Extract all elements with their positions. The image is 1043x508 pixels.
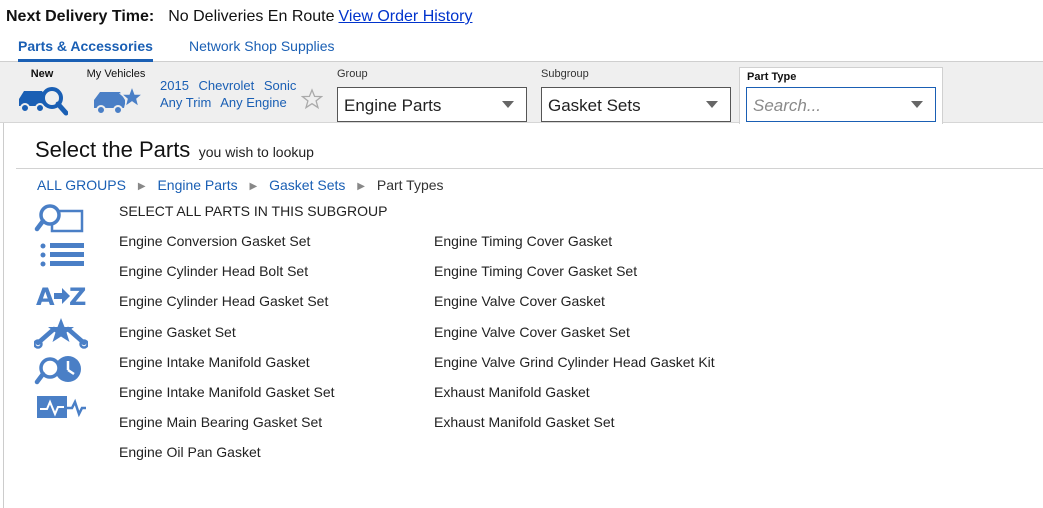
- part-type-item[interactable]: Engine Intake Manifold Gasket Set: [119, 384, 335, 404]
- svg-text:Z: Z: [69, 283, 86, 311]
- search-catalog-icon[interactable]: [34, 203, 88, 235]
- breadcrumb: ALL GROUPS ▶ Engine Parts ▶ Gasket Sets …: [37, 177, 444, 193]
- list-view-icon[interactable]: [34, 241, 88, 273]
- breadcrumb-arrow-icon: ▶: [249, 181, 258, 192]
- breadcrumb-arrow-icon: ▶: [137, 181, 146, 192]
- vehicle-toolbar: New My Vehicles 2015 Chevrolet Sonic Any…: [0, 62, 1043, 124]
- car-search-icon: [19, 87, 68, 116]
- part-type-item[interactable]: Engine Valve Cover Gasket Set: [434, 324, 630, 344]
- view-order-history-link[interactable]: View Order History: [339, 8, 473, 26]
- chevron-down-icon: [502, 101, 514, 108]
- page-title: Select the Parts you wish to lookup: [35, 137, 314, 163]
- part-type-search-input[interactable]: Search...: [746, 87, 936, 122]
- part-type-item[interactable]: Engine Cylinder Head Gasket Set: [119, 293, 328, 313]
- new-label: New: [30, 68, 54, 80]
- vehicle-make[interactable]: Chevrolet: [199, 78, 255, 93]
- vehicle-engine[interactable]: Any Engine: [220, 95, 287, 110]
- part-type-item[interactable]: Engine Valve Cover Gasket: [434, 293, 605, 313]
- my-vehicles-label: My Vehicles: [86, 68, 146, 80]
- subgroup-value: Gasket Sets: [548, 96, 641, 115]
- part-type-item[interactable]: Engine Timing Cover Gasket: [434, 233, 612, 253]
- group-value: Engine Parts: [344, 96, 442, 115]
- tab-network-shop-supplies[interactable]: Network Shop Supplies: [189, 38, 335, 59]
- chevron-down-icon: [706, 101, 718, 108]
- breadcrumb-arrow-icon: ▶: [357, 181, 365, 192]
- subgroup-select[interactable]: Gasket Sets: [541, 87, 731, 122]
- chevron-down-icon: [911, 101, 923, 108]
- vehicle-selection: 2015 Chevrolet Sonic Any Trim Any Engine: [160, 77, 302, 111]
- car-star-icon: [94, 83, 144, 115]
- part-type-item[interactable]: Engine Oil Pan Gasket: [119, 444, 261, 464]
- breadcrumb-engine-parts[interactable]: Engine Parts: [157, 177, 237, 193]
- vehicle-year[interactable]: 2015: [160, 78, 189, 93]
- group-label: Group: [337, 68, 368, 80]
- part-type-item[interactable]: Exhaust Manifold Gasket: [434, 384, 590, 404]
- page-subtitle: you wish to lookup: [198, 144, 314, 160]
- breadcrumb-gasket-sets[interactable]: Gasket Sets: [269, 177, 345, 193]
- svg-text:A: A: [36, 283, 55, 311]
- main-tabs: Parts & Accessories Network Shop Supplie…: [0, 35, 1043, 62]
- my-vehicles-button[interactable]: My Vehicles: [82, 68, 150, 116]
- subgroup-label: Subgroup: [541, 68, 589, 80]
- part-type-item[interactable]: Engine Gasket Set: [119, 324, 236, 344]
- subgroup-select-wrap: Subgroup Gasket Sets: [534, 68, 734, 123]
- a-to-z-icon[interactable]: A Z: [34, 279, 88, 311]
- part-type-item[interactable]: Engine Valve Grind Cylinder Head Gasket …: [434, 354, 715, 374]
- delivery-label: Next Delivery Time:: [6, 8, 155, 25]
- parts-selection-panel: Select the Parts you wish to lookup ALL …: [3, 123, 1043, 508]
- part-type-item[interactable]: Engine Cylinder Head Bolt Set: [119, 263, 308, 283]
- part-type-select-wrap: Part Type Search...: [739, 67, 943, 124]
- part-type-item[interactable]: Exhaust Manifold Gasket Set: [434, 414, 615, 434]
- divider: [16, 168, 1043, 169]
- page-title-text: Select the Parts: [35, 137, 191, 162]
- favorite-star-icon[interactable]: [301, 88, 323, 110]
- delivery-value: No Deliveries En Route: [168, 8, 335, 25]
- diagnostic-icon[interactable]: [34, 393, 88, 425]
- breadcrumb-all-groups[interactable]: ALL GROUPS: [37, 177, 126, 193]
- search-history-icon[interactable]: [34, 355, 88, 387]
- new-vehicle-button[interactable]: New: [14, 68, 70, 116]
- tools-star-icon[interactable]: [34, 317, 88, 349]
- part-type-item[interactable]: Engine Intake Manifold Gasket: [119, 354, 310, 374]
- breadcrumb-part-types: Part Types: [376, 177, 444, 193]
- part-type-item[interactable]: Engine Conversion Gasket Set: [119, 233, 310, 253]
- group-select[interactable]: Engine Parts: [337, 87, 527, 122]
- delivery-bar: Next Delivery Time: No Deliveries En Rou…: [6, 8, 472, 30]
- vehicle-model[interactable]: Sonic: [264, 78, 297, 93]
- part-type-item[interactable]: Engine Timing Cover Gasket Set: [434, 263, 637, 283]
- part-type-label: Part Type: [747, 71, 797, 83]
- select-all-parts-link[interactable]: SELECT ALL PARTS IN THIS SUBGROUP: [119, 203, 387, 223]
- part-type-item[interactable]: Engine Main Bearing Gasket Set: [119, 414, 322, 434]
- part-type-placeholder: Search...: [753, 96, 822, 115]
- group-select-wrap: Group Engine Parts: [330, 68, 530, 123]
- vehicle-trim[interactable]: Any Trim: [160, 95, 211, 110]
- tab-parts-accessories[interactable]: Parts & Accessories: [18, 38, 153, 62]
